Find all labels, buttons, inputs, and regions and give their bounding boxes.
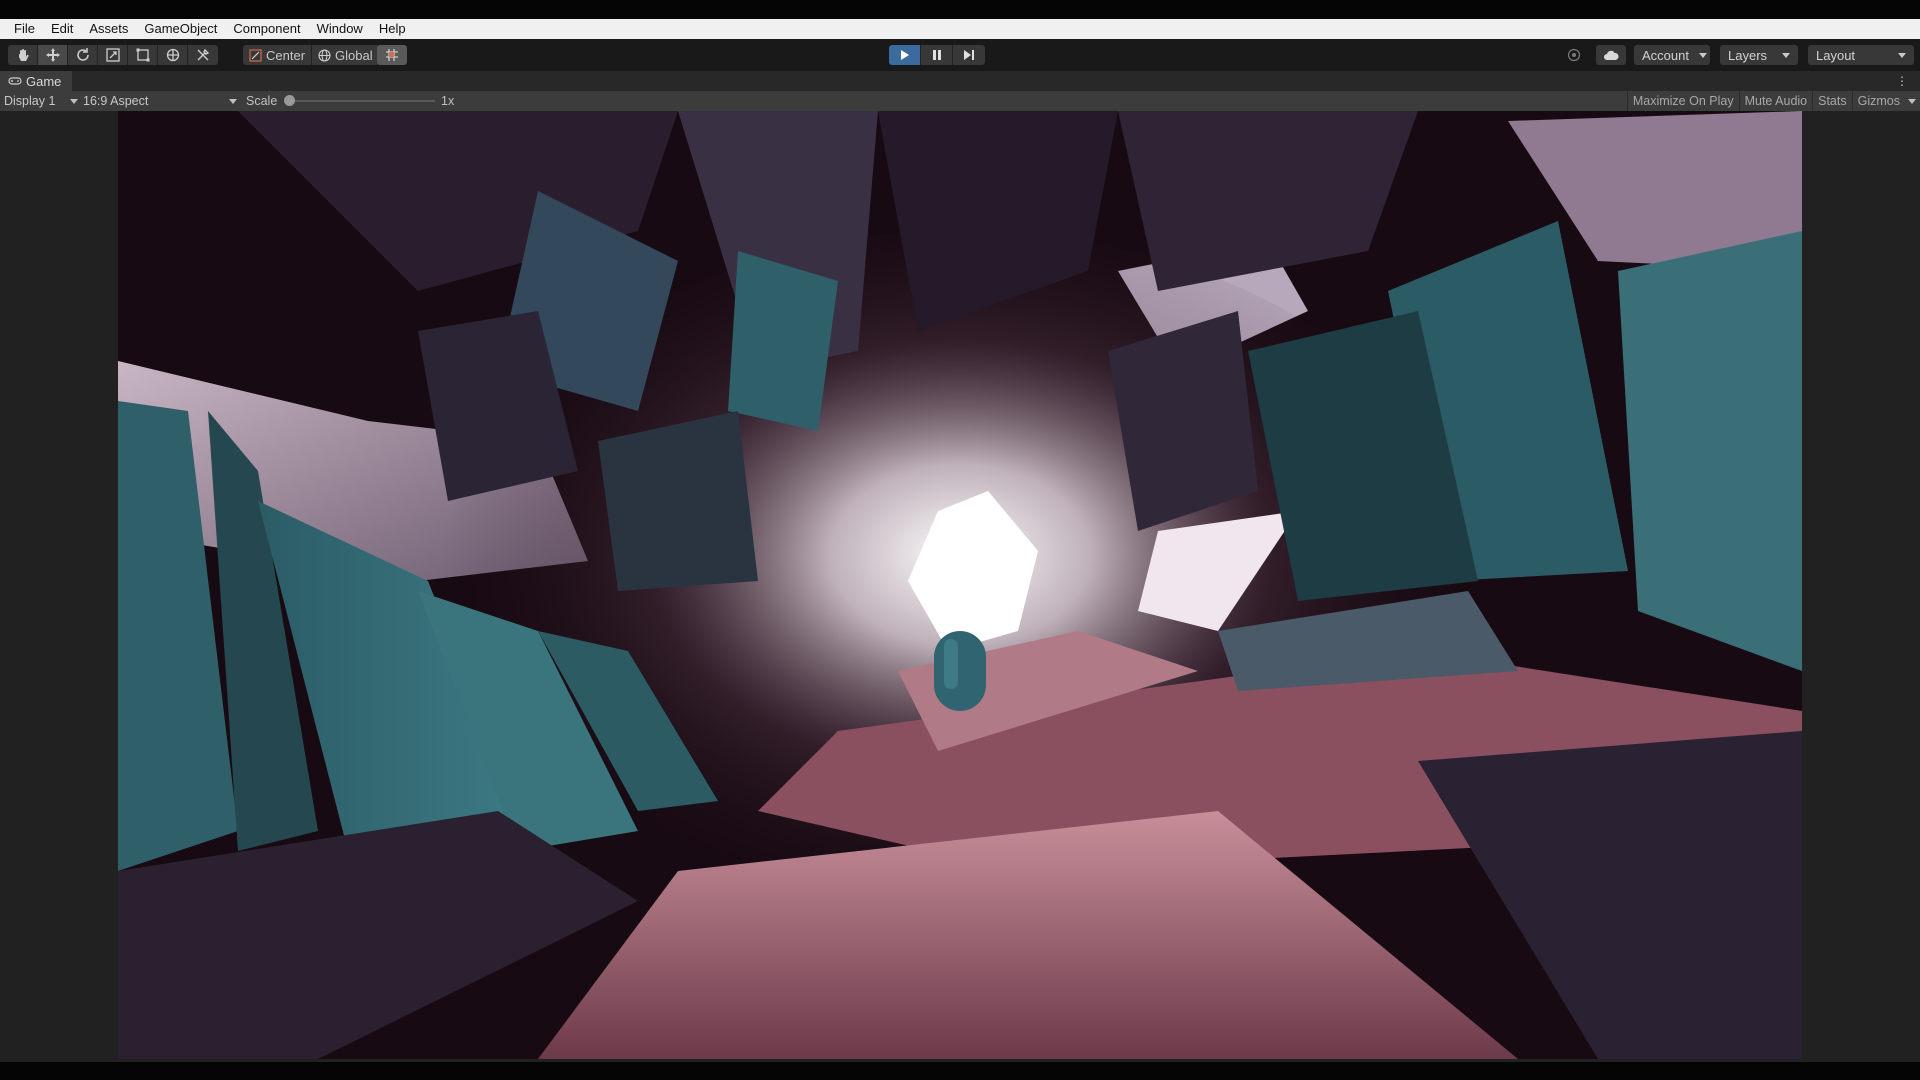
play-icon <box>900 50 909 60</box>
scale-tool-icon <box>105 48 120 62</box>
transform-tools <box>8 45 218 65</box>
scale-value: 1x <box>441 94 455 108</box>
menu-file[interactable]: File <box>6 19 43 39</box>
mute-label: Mute Audio <box>1744 94 1808 108</box>
menu-bar: File Edit Assets GameObject Component Wi… <box>0 19 1920 39</box>
custom-tool-icon <box>197 48 210 61</box>
rect-tool-icon <box>136 48 149 62</box>
menu-help[interactable]: Help <box>371 19 414 39</box>
move-tool-icon <box>45 48 60 62</box>
layers-label: Layers <box>1728 47 1768 63</box>
grid-snap-icon <box>386 49 398 61</box>
snap-group <box>377 45 407 65</box>
space-label: Global <box>335 47 373 63</box>
main-toolbar: Center Global Account Layers Layout <box>0 39 1920 71</box>
toolbar-right: Account Layers Layout <box>1560 45 1920 65</box>
game-view-toggles: Maximize On Play Mute Audio Stats Gizmos <box>1626 91 1920 111</box>
move-tool-button[interactable] <box>38 45 68 65</box>
stats-toggle[interactable]: Stats <box>1812 91 1852 111</box>
game-scene-image <box>118 111 1802 1059</box>
game-tab-bar: Game ⋮ <box>0 71 1920 91</box>
rect-tool-button[interactable] <box>128 45 158 65</box>
scale-slider-track[interactable] <box>289 100 435 102</box>
global-space-toggle[interactable]: Global <box>312 45 379 65</box>
pause-button[interactable] <box>921 45 953 65</box>
more-options-icon[interactable]: ⋮ <box>1896 74 1908 88</box>
chevron-down-icon <box>70 98 78 104</box>
scale-label: Scale <box>246 94 278 108</box>
gizmos-toggle[interactable]: Gizmos <box>1851 91 1920 111</box>
playmode-controls <box>889 45 985 65</box>
transform-tool-icon <box>166 48 179 62</box>
pause-icon <box>932 50 941 60</box>
step-icon <box>964 50 974 60</box>
chevron-down-icon <box>229 98 237 104</box>
cloud-button[interactable] <box>1596 45 1626 65</box>
layout-dropdown[interactable]: Layout <box>1808 45 1914 65</box>
rotate-tool-icon <box>76 48 89 61</box>
bottom-border <box>0 1062 1920 1080</box>
game-render-view[interactable] <box>118 111 1802 1059</box>
mute-audio-toggle[interactable]: Mute Audio <box>1738 91 1813 111</box>
account-label: Account <box>1642 47 1689 63</box>
menu-component[interactable]: Component <box>225 19 308 39</box>
display-dropdown[interactable]: Display 1 <box>4 91 78 111</box>
scale-tool-button[interactable] <box>98 45 128 65</box>
display-label: Display 1 <box>4 94 56 108</box>
custom-tool-button[interactable] <box>188 45 218 65</box>
hand-tool-icon <box>18 49 29 61</box>
step-button[interactable] <box>953 45 985 65</box>
pivot-toggles: Center Global <box>243 45 379 65</box>
menu-gameobject[interactable]: GameObject <box>136 19 225 39</box>
pivot-label: Center <box>266 47 306 63</box>
cloud-icon <box>1604 50 1619 60</box>
maximize-label: Maximize On Play <box>1632 94 1734 108</box>
game-view-controls: Display 1 16:9 Aspect Scale 1x Maximize … <box>0 91 1920 111</box>
gamepad-icon <box>8 77 22 85</box>
gizmos-label: Gizmos <box>1857 94 1900 108</box>
tab-game-label: Game <box>26 73 62 89</box>
layout-label: Layout <box>1816 47 1856 63</box>
menu-assets[interactable]: Assets <box>81 19 136 39</box>
menu-window[interactable]: Window <box>309 19 371 39</box>
chevron-down-icon <box>1698 52 1707 58</box>
play-button[interactable] <box>889 45 921 65</box>
stats-label: Stats <box>1818 94 1847 108</box>
pivot-center-toggle[interactable]: Center <box>243 45 313 65</box>
menu-edit[interactable]: Edit <box>43 19 81 39</box>
collab-button[interactable] <box>1560 45 1588 65</box>
grid-snap-button[interactable] <box>377 45 407 65</box>
chevron-down-icon <box>1908 98 1916 104</box>
aspect-label: 16:9 Aspect <box>83 94 149 108</box>
collab-icon <box>1567 48 1581 62</box>
hand-tool-button[interactable] <box>8 45 38 65</box>
scale-slider-handle[interactable] <box>284 95 295 106</box>
layers-dropdown[interactable]: Layers <box>1720 45 1798 65</box>
chevron-down-icon <box>1782 52 1790 58</box>
account-dropdown[interactable]: Account <box>1634 45 1710 65</box>
pivot-icon <box>249 48 262 62</box>
tab-game[interactable]: Game <box>0 71 72 91</box>
aspect-dropdown[interactable]: 16:9 Aspect <box>83 91 237 111</box>
globe-icon <box>318 48 331 62</box>
rotate-tool-button[interactable] <box>68 45 98 65</box>
chevron-down-icon <box>1898 52 1906 58</box>
transform-tool-button[interactable] <box>158 45 188 65</box>
top-border <box>0 0 1920 19</box>
maximize-on-play-toggle[interactable]: Maximize On Play <box>1626 91 1739 111</box>
